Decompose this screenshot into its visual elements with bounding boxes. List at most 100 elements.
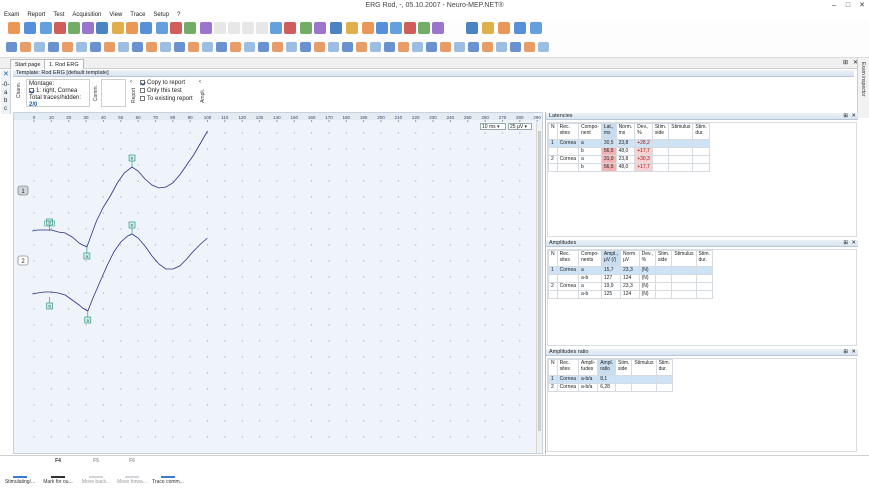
toolbar-button-13-icon[interactable] <box>184 22 196 34</box>
toolbar-button-20-icon[interactable] <box>284 22 296 34</box>
column-header[interactable]: Ampl. ratio <box>597 359 616 376</box>
column-header[interactable]: Ampl., µV (/) <box>600 250 622 267</box>
toolbar-button-24-icon[interactable] <box>346 22 358 34</box>
toolbar-tool-7-icon[interactable] <box>90 42 101 52</box>
table-row[interactable]: a-b 125 124 (N) <box>548 290 713 299</box>
column-header[interactable]: N <box>548 123 558 140</box>
minimize-icon[interactable]: – <box>827 0 841 11</box>
toolbar-tool-36-icon[interactable] <box>496 42 507 52</box>
toolbar-button-18-icon[interactable] <box>256 22 268 34</box>
toolbar-button-25-icon[interactable] <box>362 22 374 34</box>
only-this-test-checkbox[interactable] <box>140 87 145 93</box>
toolbar-tool-10-icon[interactable] <box>132 42 143 52</box>
comments-box[interactable] <box>101 79 126 107</box>
toolbar-tool-6-icon[interactable] <box>76 42 87 52</box>
toolbar-button-22-icon[interactable] <box>314 22 326 34</box>
toolbar-button-31-icon[interactable] <box>466 22 478 34</box>
toolbar-button-26-icon[interactable] <box>376 22 388 34</box>
column-header[interactable]: Compo-nent <box>578 123 602 140</box>
menu-test[interactable]: Test <box>53 11 64 20</box>
column-header[interactable]: Rec. sites <box>556 123 580 140</box>
fkey-button-3[interactable]: F5 Move back... <box>78 458 114 485</box>
pin-icon[interactable]: ⊞ <box>843 59 848 66</box>
tab-start-page[interactable]: Start page <box>10 59 46 69</box>
channel-letter-c[interactable]: c <box>4 106 7 112</box>
menu-exam[interactable]: Exam <box>4 11 19 20</box>
column-header[interactable]: Dev., % <box>634 123 653 140</box>
menu-trace[interactable]: Trace <box>130 11 145 20</box>
toolbar-tool-21-icon[interactable] <box>286 42 297 52</box>
column-header[interactable]: Stim. dur. <box>655 359 673 376</box>
toolbar-tool-14-icon[interactable] <box>188 42 199 52</box>
toolbar-button-28-icon[interactable] <box>404 22 416 34</box>
toolbar-button-7-icon[interactable] <box>96 22 108 34</box>
trace-area[interactable]: 0 10 20 30 40 50 60 70 80 90 100 110 120 130 140 150 160… <box>13 112 543 454</box>
scrollbar-thumb[interactable] <box>538 131 541 431</box>
menu-report[interactable]: Report <box>27 11 45 20</box>
fkey-button-1[interactable]: Stimulating/... <box>2 458 38 485</box>
toolbar-tool-25-icon[interactable] <box>342 42 353 52</box>
amplitudes-table[interactable]: N Rec. sites Compo-nents Ampl., µV (/) Norm.… <box>548 250 713 299</box>
column-header[interactable]: Stim. side <box>651 123 670 140</box>
column-header[interactable]: Stim. side <box>654 250 673 267</box>
toolbar-tool-22-icon[interactable] <box>300 42 311 52</box>
column-header[interactable]: Ampli-tudes <box>578 359 599 376</box>
toolbar-tool-39-icon[interactable] <box>538 42 549 52</box>
column-header[interactable]: Stimulus <box>631 359 657 376</box>
toolbar-tool-3-icon[interactable] <box>34 42 45 52</box>
toolbar-button-6-icon[interactable] <box>82 22 94 34</box>
toolbar-button-27-icon[interactable] <box>390 22 402 34</box>
toolbar-button-17-icon[interactable] <box>242 22 254 34</box>
toolbar-button-33-icon[interactable] <box>498 22 510 34</box>
toolbar-tool-12-icon[interactable] <box>160 42 171 52</box>
toolbar-button-30-icon[interactable] <box>432 22 444 34</box>
amp-scale-select[interactable]: 25 µV ▾ <box>508 123 532 130</box>
table-row[interactable]: 2 Cornea a 19,9 23,3 (N) <box>548 282 713 291</box>
ratio-table[interactable]: N Rec. sites Ampli-tudes Ampl. ratio Stim. s… <box>548 359 673 392</box>
toolbar-button-12-icon[interactable] <box>170 22 182 34</box>
table-row[interactable]: b 56,5 48,0 +17,7 <box>548 147 710 156</box>
table-row[interactable]: 1 Cornea a 15,7 23,3 (N) <box>548 266 713 275</box>
ratio-close-icon[interactable]: ✕ <box>851 349 856 356</box>
table-row[interactable]: 2 Cornea a 31,0 23,8 +30,3 <box>548 155 710 164</box>
channel-letter-0[interactable]: -0- <box>2 82 9 88</box>
toolbar-tool-35-icon[interactable] <box>482 42 493 52</box>
erg-trace-chart[interactable]: 0 10 20 30 40 50 60 70 80 90 100 110 120 130 140 150 160… <box>14 113 544 455</box>
toolbar-button-35-icon[interactable] <box>530 22 542 34</box>
menu-view[interactable]: View <box>109 11 122 20</box>
toolbar-button-21-icon[interactable] <box>300 22 312 34</box>
close-template-icon[interactable]: ✕ <box>3 70 9 78</box>
menu-help[interactable]: ? <box>177 11 180 20</box>
toolbar-tool-5-icon[interactable] <box>62 42 73 52</box>
toolbar-button-1-icon[interactable] <box>8 22 20 34</box>
toolbar-tool-28-icon[interactable] <box>384 42 395 52</box>
toolbar-tool-17-icon[interactable] <box>230 42 241 52</box>
toolbar-button-5-icon[interactable] <box>68 22 80 34</box>
toolbar-button-16-icon[interactable] <box>228 22 240 34</box>
trace-2-line[interactable] <box>32 233 208 312</box>
table-row[interactable]: a-b 127 124 (N) <box>548 274 713 283</box>
latencies-grid[interactable]: N Rec. sites Compo-nent Lat., ms Norm. ms Dev… <box>547 122 857 237</box>
column-header[interactable]: N <box>548 359 558 376</box>
amplitudes-pin-icon[interactable]: ⊞ <box>843 240 848 247</box>
column-header[interactable]: Norm. ms <box>615 123 636 140</box>
toolbar-tool-33-icon[interactable] <box>454 42 465 52</box>
latencies-pin-icon[interactable]: ⊞ <box>843 113 848 120</box>
column-header[interactable]: Stim. dur. <box>692 123 710 140</box>
toolbar-tool-38-icon[interactable] <box>524 42 535 52</box>
column-header[interactable]: Stimulus <box>668 123 694 140</box>
toolbar-tool-23-icon[interactable] <box>314 42 325 52</box>
copy-to-report-checkbox[interactable] <box>140 79 145 85</box>
toolbar-button-19-icon[interactable] <box>270 22 282 34</box>
close-icon[interactable]: ✕ <box>855 0 869 11</box>
toolbar-button-15-icon[interactable] <box>214 22 226 34</box>
maximize-icon[interactable]: □ <box>841 0 855 11</box>
toolbar-tool-34-icon[interactable] <box>468 42 479 52</box>
column-header[interactable]: Stimulus <box>671 250 697 267</box>
toolbar-tool-31-icon[interactable] <box>426 42 437 52</box>
toolbar-tool-19-icon[interactable] <box>258 42 269 52</box>
tab-rod-erg[interactable]: 1. Rod ERG <box>44 59 84 69</box>
toolbar-button-29-icon[interactable] <box>418 22 430 34</box>
toolbar-button-32-icon[interactable] <box>482 22 494 34</box>
column-header[interactable]: Rec. sites <box>556 250 580 267</box>
